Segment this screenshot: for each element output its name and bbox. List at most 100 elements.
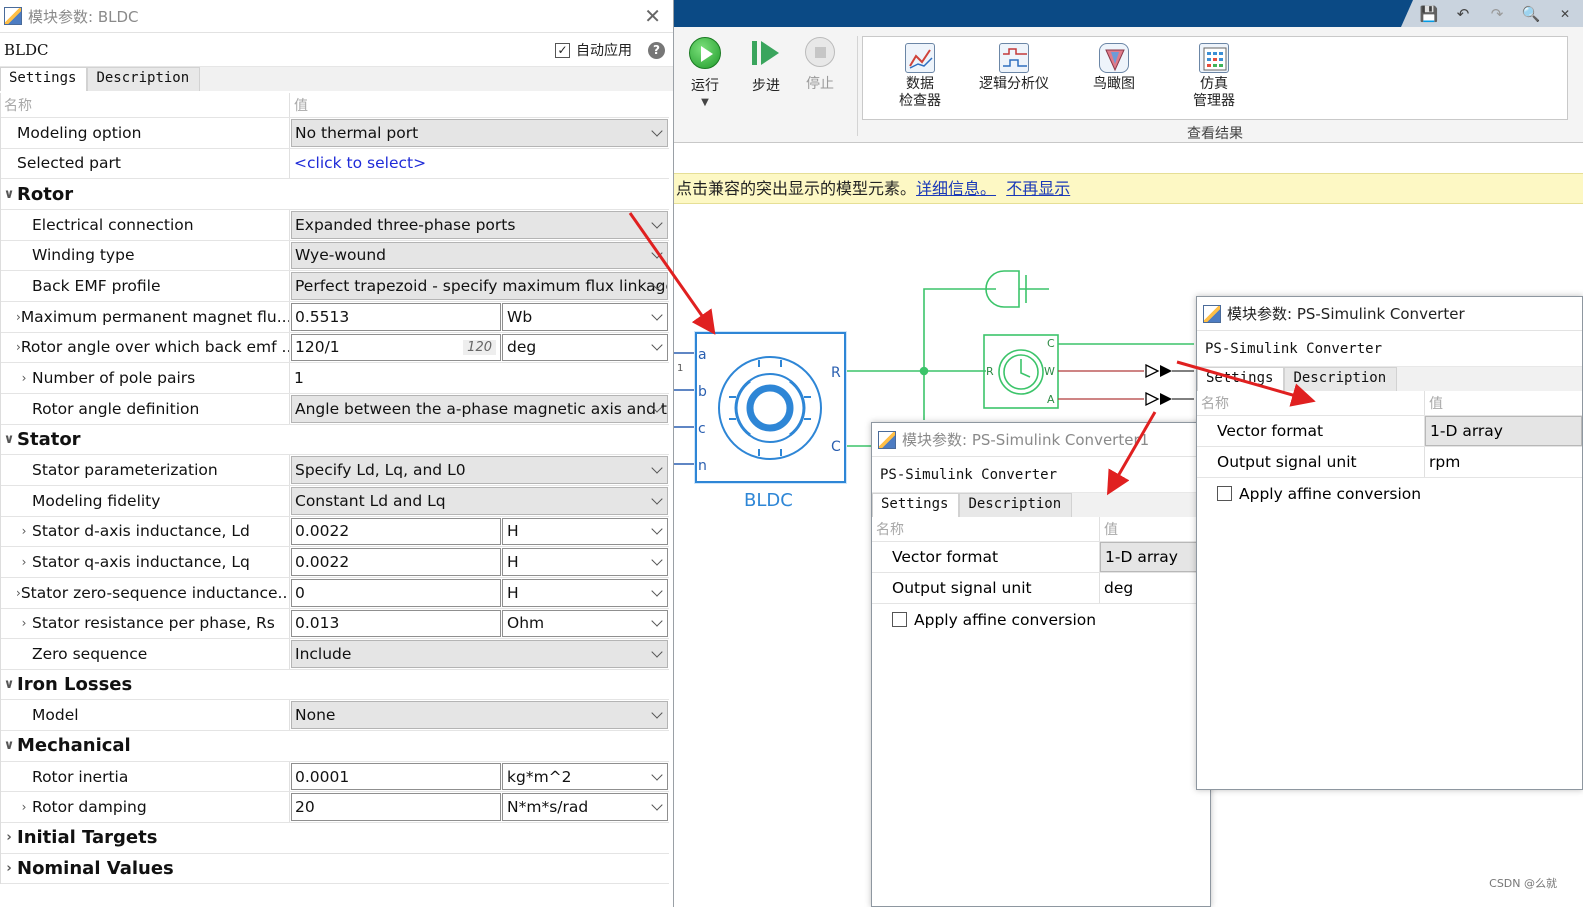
affine-label: Apply affine conversion bbox=[914, 610, 1097, 629]
more-info-link[interactable]: 详细信息。 bbox=[916, 179, 996, 198]
ld-input[interactable]: 0.0022 bbox=[291, 517, 501, 546]
converter1-tab-description[interactable]: Description bbox=[959, 493, 1073, 517]
vector-format-label: Vector format bbox=[1197, 416, 1425, 446]
section-iron-losses-label: Iron Losses bbox=[17, 674, 133, 696]
rotor-damping-unit-select[interactable]: N*m*s/rad bbox=[502, 793, 668, 822]
vector-format-select[interactable]: 1-D array bbox=[1100, 542, 1210, 572]
max-flux-label: Maximum permanent magnet flu... bbox=[20, 307, 290, 326]
stop-button[interactable]: 停止 bbox=[795, 37, 845, 93]
modeling-fidelity-select[interactable]: Constant Ld and Lq bbox=[291, 486, 668, 515]
rotor-inertia-input[interactable]: 0.0001 bbox=[291, 762, 501, 791]
section-mechanical[interactable]: ∨ Mechanical bbox=[1, 731, 669, 762]
tab-settings[interactable]: Settings bbox=[0, 67, 88, 91]
row-rotor-damping: › Rotor damping 20 N*m*s/rad bbox=[1, 792, 669, 824]
lq-input[interactable]: 0.0022 bbox=[291, 548, 501, 576]
run-button[interactable]: 运行 ▼ bbox=[680, 37, 730, 108]
converter1-tab-settings[interactable]: Settings bbox=[872, 493, 960, 517]
modeling-option-select[interactable]: No thermal port bbox=[291, 119, 668, 147]
section-nominal-values[interactable]: › Nominal Values bbox=[1, 854, 669, 885]
rotor-angle-definition-select[interactable]: Angle between the a-phase magnetic axis … bbox=[291, 394, 668, 423]
vector-format-select[interactable]: 1-D array bbox=[1425, 416, 1582, 446]
data-inspector-button[interactable]: 数据 检查器 bbox=[899, 43, 941, 110]
auto-apply-label: 自动应用 bbox=[576, 43, 632, 59]
selected-part-label: Selected part bbox=[17, 154, 121, 173]
run-icon bbox=[689, 37, 721, 69]
max-flux-input[interactable]: 0.5513 bbox=[291, 302, 501, 331]
bldc-block[interactable] bbox=[694, 331, 847, 484]
close-icon[interactable]: ✕ bbox=[644, 4, 661, 28]
info-bar: 点击兼容的突出显示的模型元素。详细信息。 不再显示 bbox=[674, 173, 1583, 204]
affine-checkbox[interactable] bbox=[892, 612, 907, 627]
rotor-angle-definition-label: Rotor angle definition bbox=[32, 399, 200, 418]
chevron-right-icon[interactable]: › bbox=[16, 371, 32, 385]
section-rotor[interactable]: ∨ Rotor bbox=[1, 179, 669, 210]
row-ld: › Stator d-axis inductance, Ld 0.0022 H bbox=[1, 516, 669, 548]
chevron-down-icon bbox=[653, 497, 661, 505]
rotor-angle-backemf-input[interactable]: 120/1 120 bbox=[291, 333, 501, 362]
chevron-right-icon[interactable]: › bbox=[16, 555, 32, 569]
l0-input[interactable]: 0 bbox=[291, 578, 501, 607]
help-icon[interactable]: ? bbox=[648, 41, 665, 59]
search-icon[interactable]: 🔍 bbox=[1521, 4, 1541, 24]
review-results-group: 数据 检查器 逻辑分析仪 鸟瞰图 仿真 管理器 bbox=[862, 36, 1568, 120]
port-a: a bbox=[698, 347, 707, 363]
pole-pairs-input[interactable]: 1 bbox=[291, 364, 668, 392]
run-dropdown-icon[interactable]: ▼ bbox=[701, 97, 709, 108]
toolstrip: 运行 ▼ 步进 停止 数据 检查器 逻辑分析仪 鸟瞰图 仿真 管理器 查看结果 bbox=[674, 27, 1583, 143]
chevron-right-icon[interactable]: › bbox=[16, 616, 32, 630]
output-unit-field[interactable]: deg bbox=[1100, 573, 1210, 603]
rs-unit-select[interactable]: Ohm bbox=[502, 609, 668, 638]
winding-type-select[interactable]: Wye-wound bbox=[291, 241, 668, 270]
section-stator[interactable]: ∨ Stator bbox=[1, 425, 669, 456]
info-bar-text: 点击兼容的突出显示的模型元素。 bbox=[676, 179, 917, 198]
data-inspector-label-1: 数据 bbox=[906, 76, 934, 92]
model-select[interactable]: None bbox=[291, 701, 668, 730]
converter2-tab-description[interactable]: Description bbox=[1284, 367, 1398, 391]
stop-icon bbox=[805, 37, 835, 67]
back-emf-profile-select[interactable]: Perfect trapezoid - specify maximum flux… bbox=[291, 272, 668, 300]
rotor-angle-backemf-unit-select[interactable]: deg bbox=[502, 333, 668, 362]
zero-sequence-select[interactable]: Include bbox=[291, 640, 668, 668]
modeling-fidelity-label: Modeling fidelity bbox=[32, 491, 161, 510]
redo-icon[interactable]: ↷ bbox=[1487, 4, 1507, 24]
section-initial-targets[interactable]: › Initial Targets bbox=[1, 823, 669, 854]
edge-label: 1 bbox=[677, 363, 683, 374]
step-button[interactable]: 步进 bbox=[741, 37, 791, 95]
converter2-tab-settings[interactable]: Settings bbox=[1197, 367, 1285, 391]
dialog-title-bar: 模块参数: BLDC ✕ bbox=[0, 0, 673, 33]
ld-unit-select[interactable]: H bbox=[502, 517, 668, 546]
converter2-title: 模块参数: PS-Simulink Converter bbox=[1227, 305, 1465, 323]
section-iron-losses[interactable]: ∨ Iron Losses bbox=[1, 670, 669, 701]
click-to-select-link[interactable]: <click to select> bbox=[290, 154, 426, 172]
output-unit-field[interactable]: rpm bbox=[1425, 447, 1582, 477]
chevron-right-icon[interactable]: › bbox=[16, 524, 32, 538]
chevron-right-icon[interactable]: › bbox=[16, 800, 32, 814]
rs-input[interactable]: 0.013 bbox=[291, 609, 501, 638]
chevron-right-icon: › bbox=[6, 830, 12, 846]
rotor-inertia-unit-select[interactable]: kg*m^2 bbox=[502, 762, 668, 791]
dont-show-again-link[interactable]: 不再显示 bbox=[1006, 179, 1070, 198]
max-flux-unit-select[interactable]: Wb bbox=[502, 302, 668, 331]
rotor-angle-backemf-label: Rotor angle over which back emf ... bbox=[20, 338, 290, 357]
lq-unit-select[interactable]: H bbox=[502, 548, 668, 576]
auto-apply-checkbox[interactable]: ✓ bbox=[555, 42, 570, 58]
affine-checkbox[interactable] bbox=[1217, 486, 1232, 501]
undo-icon[interactable]: ↶ bbox=[1453, 4, 1473, 24]
stator-parameterization-select[interactable]: Specify Ld, Lq, and L0 bbox=[291, 456, 668, 484]
birds-eye-button[interactable]: 鸟瞰图 bbox=[1093, 43, 1135, 93]
chevron-down-icon bbox=[653, 466, 661, 474]
port-b: b bbox=[698, 384, 707, 400]
tab-description[interactable]: Description bbox=[87, 67, 201, 91]
sim-manager-label-2: 管理器 bbox=[1193, 93, 1235, 109]
value-column-header: 值 bbox=[294, 98, 308, 114]
row-modeling-fidelity: Modeling fidelity Constant Ld and Lq bbox=[1, 485, 669, 517]
converter1-affine-row: Apply affine conversion bbox=[872, 604, 1210, 635]
close-icon[interactable]: ✕ bbox=[1555, 4, 1575, 24]
chevron-down-icon bbox=[653, 343, 661, 351]
save-icon[interactable]: 💾 bbox=[1419, 4, 1439, 24]
sim-manager-button[interactable]: 仿真 管理器 bbox=[1193, 43, 1235, 110]
logic-analyzer-button[interactable]: 逻辑分析仪 bbox=[979, 43, 1049, 93]
rotor-damping-input[interactable]: 20 bbox=[291, 793, 501, 822]
l0-unit-select[interactable]: H bbox=[502, 578, 668, 607]
electrical-connection-select[interactable]: Expanded three-phase ports bbox=[291, 210, 668, 239]
